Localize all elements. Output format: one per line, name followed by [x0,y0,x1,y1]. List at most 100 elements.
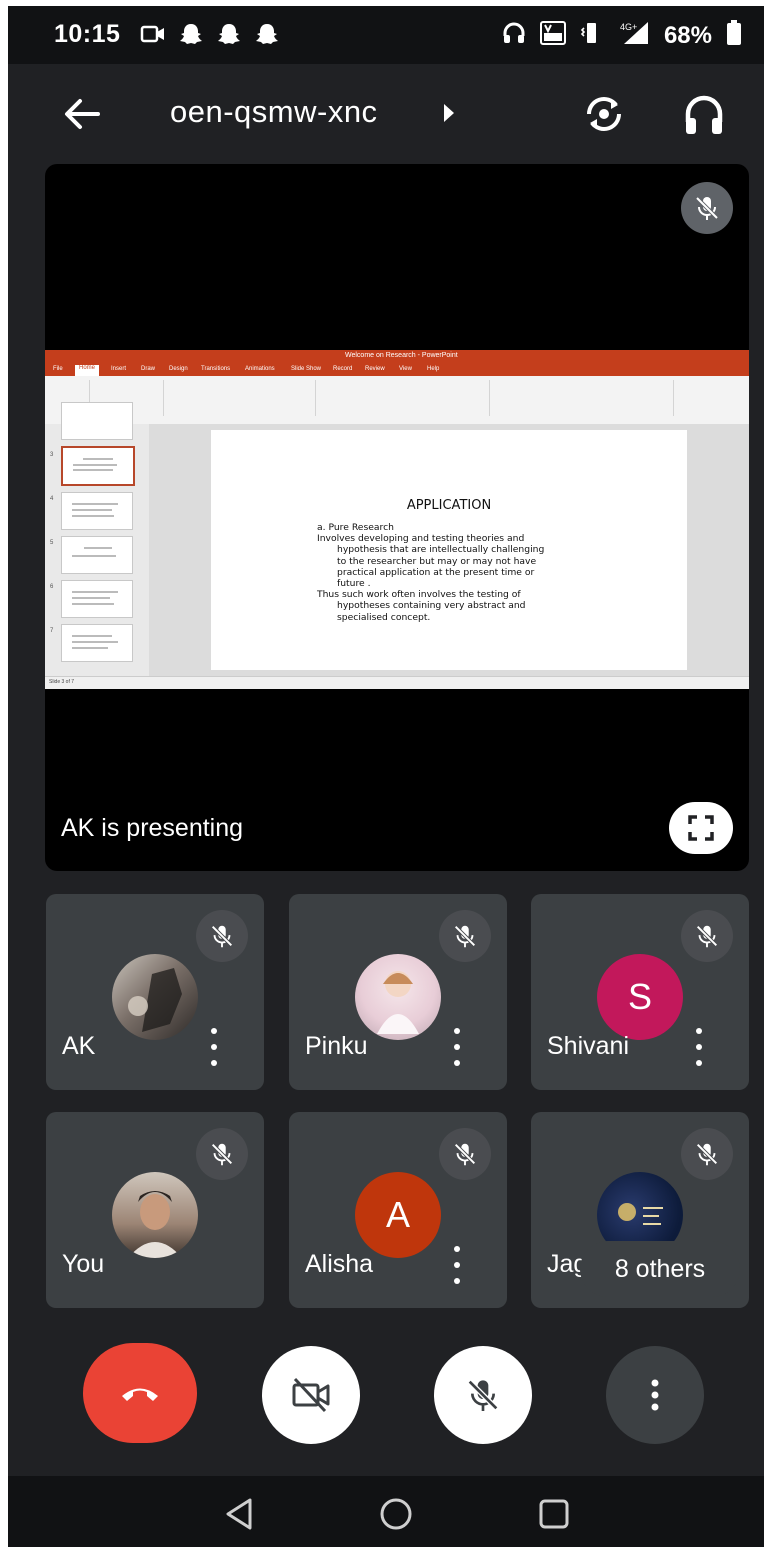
mic-off-icon [467,1379,499,1411]
snapchat-icon [216,22,242,51]
more-options-button[interactable] [206,1028,222,1066]
slide-line: hypothesis that are intellectually chall… [337,544,545,556]
avatar [112,1172,198,1258]
ppt-tab: Transitions [201,366,231,372]
ppt-tab: Design [169,366,188,372]
ppt-title-bar: Welcome on Research - PowerPoint [45,350,749,364]
slide-line: future . [337,578,371,590]
avatar-photo [128,968,182,1032]
meeting-top-bar: oen-qsmw-xnc [8,64,764,164]
current-slide: APPLICATION a. Pure Research Involves de… [211,430,687,670]
svg-text:4G+: 4G+ [620,22,637,32]
slide-thumb-number: 7 [50,628,54,634]
fullscreen-button[interactable] [669,802,733,854]
avatar [112,954,198,1040]
snapchat-icon [178,22,204,51]
ppt-tab: Home [75,365,100,376]
muted-badge [681,910,733,962]
slide-line: practical application at the present tim… [337,566,535,578]
ppt-tab: Slide Show [291,366,322,372]
headphones-icon [685,95,723,134]
nav-recents-button[interactable] [536,1496,572,1532]
slide-line: hypotheses containing very abstract and [337,600,526,612]
mic-off-icon [696,925,718,948]
status-bar: 10:15 4G+ 68% [8,6,764,64]
slide-thumb-number: 6 [50,584,54,590]
avatar-photo [377,971,419,1034]
others-participants-pill[interactable]: 8 others [580,1241,740,1297]
ribbon-group-paragraph [319,380,490,416]
mic-off-icon [211,1143,233,1166]
notification-icons [140,22,280,51]
ppt-status-bar: Slide 3 of 7 [45,676,749,689]
nav-home-button[interactable] [378,1496,414,1532]
switch-camera-icon [587,97,621,131]
nav-back-button[interactable] [222,1496,258,1532]
more-options-button[interactable] [606,1346,704,1444]
back-button[interactable] [58,90,106,138]
participant-name: AK [62,1032,96,1060]
status-time: 10:15 [54,20,121,48]
fullscreen-icon [688,815,714,841]
slide-thumb-number: 5 [50,540,54,546]
end-call-button[interactable] [83,1343,197,1443]
ribbon-group-drawing [493,380,674,416]
participant-name: Alisha [305,1250,374,1278]
mic-off-icon [211,925,233,948]
slide-thumbnail [61,580,133,618]
home-circle-icon [380,1498,412,1530]
participant-tile[interactable]: A Alisha [289,1112,507,1308]
android-nav-bar [8,1476,764,1547]
switch-camera-button[interactable] [580,90,628,138]
ppt-tab: Record [333,366,353,372]
vibrate-icon [580,21,602,50]
audio-output-button[interactable] [680,90,728,138]
ppt-tab: Draw [141,366,156,372]
slide-line: Involves developing and testing theories… [317,533,525,545]
mic-toggle-button[interactable] [434,1346,532,1444]
headset-icon [502,21,526,50]
participant-tile[interactable]: Pinku [289,894,507,1090]
meeting-info-arrow-icon[interactable] [444,104,454,122]
muted-badge [681,1128,733,1180]
snapchat-icon [254,22,280,51]
participant-tile[interactable]: You [46,1112,264,1308]
ppt-ribbon-tabs: File Home Insert Draw Design Transitions… [45,364,749,376]
participant-tile[interactable]: AK [46,894,264,1090]
ppt-tab: Review [365,366,385,372]
ppt-tab: View [399,366,412,372]
more-vert-icon [651,1379,659,1411]
video-off-icon [292,1377,330,1413]
mic-off-icon [695,196,719,220]
camera-toggle-button[interactable] [262,1346,360,1444]
slide-line: specialised concept. [337,611,431,623]
more-options-button[interactable] [691,1028,707,1066]
signal-icon: 4G+ [616,20,650,51]
muted-badge [196,910,248,962]
more-options-button[interactable] [449,1028,465,1066]
mic-off-icon [454,925,476,948]
participant-tile[interactable]: S Shivani [531,894,749,1090]
participant-name: Shivani [547,1032,629,1060]
ppt-tab: Insert [111,366,127,372]
arrow-back-icon [65,99,100,129]
ppt-tab: Help [427,366,440,372]
volte-icon [539,21,566,50]
slide-editor-area: APPLICATION a. Pure Research Involves de… [149,424,749,676]
ppt-app-title: Welcome on Research - PowerPoint [345,352,458,359]
hang-up-icon [122,1388,158,1401]
more-options-button[interactable] [449,1246,465,1284]
triangle-back-icon [226,1498,252,1530]
slide-thumbnail [61,402,133,440]
ppt-ribbon [45,376,749,425]
participant-name: You [62,1250,105,1278]
slide-line: Thus such work often involves the testin… [317,589,521,601]
recents-square-icon [539,1499,569,1529]
ppt-tab: File [53,366,63,372]
avatar-initial: A [355,1172,441,1258]
shared-screen: Welcome on Research - PowerPoint File Ho… [45,350,749,689]
meeting-code[interactable]: oen-qsmw-xnc [170,94,378,130]
slide-line: a. Pure Research [317,522,394,533]
muted-badge [196,1128,248,1180]
presentation-tile[interactable]: Welcome on Research - PowerPoint File Ho… [45,164,749,871]
